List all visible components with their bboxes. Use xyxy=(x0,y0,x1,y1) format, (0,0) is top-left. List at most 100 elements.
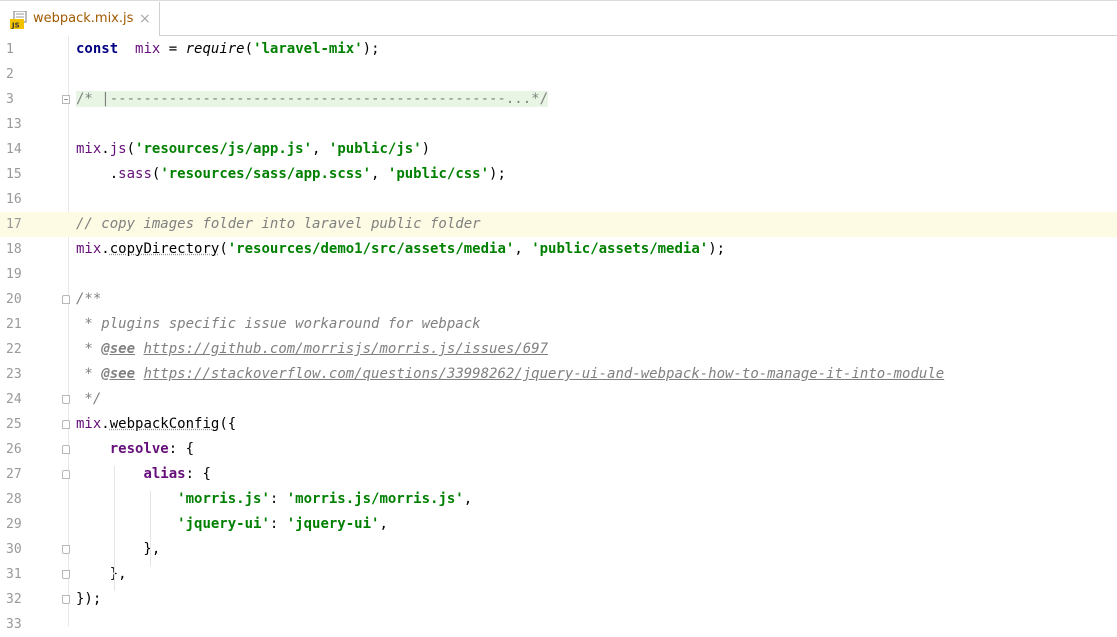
code-text: }, xyxy=(76,541,160,558)
code-line-32[interactable]: 32}); xyxy=(0,587,1117,612)
line-number: 26 xyxy=(6,442,22,457)
code-token: : { xyxy=(168,441,195,457)
code-text: mix.copyDirectory('resources/demo1/src/a… xyxy=(76,241,725,258)
editor-tab-bar: JS webpack.mix.js × xyxy=(0,0,1117,36)
code-line-17[interactable]: 17 // copy images folder into laravel pub… xyxy=(0,212,1117,237)
indent-guide xyxy=(150,491,151,566)
tab-close-icon[interactable]: × xyxy=(139,10,151,28)
code-token: @see xyxy=(101,341,136,357)
code-token: ); xyxy=(362,41,380,57)
code-token: const xyxy=(76,41,119,57)
code-token: . xyxy=(76,166,119,182)
code-token: // copy images folder into laravel publi… xyxy=(76,216,481,232)
fold-toggle-icon[interactable] xyxy=(62,445,70,454)
code-text: 'morris.js': 'morris.js/morris.js', xyxy=(76,491,472,508)
code-line-15[interactable]: 15 .sass('resources/sass/app.scss', 'pub… xyxy=(0,162,1117,187)
fold-toggle-icon[interactable] xyxy=(62,595,70,604)
indent-guide xyxy=(114,466,115,591)
line-number: 21 xyxy=(6,317,22,332)
code-token: , xyxy=(463,491,473,507)
code-token: */ xyxy=(76,391,102,407)
line-number: 29 xyxy=(6,517,22,532)
line-number: 15 xyxy=(6,167,22,182)
code-text: resolve: { xyxy=(76,441,194,458)
code-text: }, xyxy=(76,566,127,583)
code-token: }, xyxy=(76,541,161,557)
code-token: = xyxy=(160,41,186,57)
code-line-24[interactable]: 24 */ xyxy=(0,387,1117,412)
code-token: ({ xyxy=(219,416,237,432)
code-token: , xyxy=(312,141,329,157)
fold-toggle-icon[interactable] xyxy=(62,395,70,404)
code-line-21[interactable]: 21 * plugins specific issue workaround f… xyxy=(0,312,1117,337)
code-token: ); xyxy=(489,166,506,182)
fold-toggle-icon[interactable] xyxy=(62,570,70,579)
code-line-25[interactable]: 25 mix.webpackConfig({ xyxy=(0,412,1117,437)
line-number: 32 xyxy=(6,592,22,607)
svg-text:JS: JS xyxy=(11,22,20,30)
fold-toggle-icon[interactable] xyxy=(62,420,70,429)
code-text: .sass('resources/sass/app.scss', 'public… xyxy=(76,166,506,183)
js-file-icon: JS xyxy=(10,11,27,29)
code-line-28[interactable]: 28 'morris.js': 'morris.js/morris.js', xyxy=(0,487,1117,512)
code-line-16[interactable]: 16 xyxy=(0,187,1117,212)
tab-title: webpack.mix.js xyxy=(33,11,134,26)
tab-webpack-mix-js[interactable]: JS webpack.mix.js × xyxy=(0,2,160,36)
fold-toggle-icon[interactable] xyxy=(62,295,70,304)
code-line-3[interactable]: 3 /* |-----------------------------------… xyxy=(0,87,1117,112)
code-token: 'resources/sass/app.scss' xyxy=(160,166,372,182)
code-token: , xyxy=(514,241,532,257)
code-line-2[interactable]: 2 xyxy=(0,62,1117,87)
code-token[interactable]: https://stackoverflow.com/questions/3399… xyxy=(143,366,944,382)
line-number: 16 xyxy=(6,192,22,207)
fold-toggle-icon[interactable] xyxy=(62,95,70,104)
code-line-29[interactable]: 29 'jquery-ui': 'jquery-ui', xyxy=(0,512,1117,537)
code-line-31[interactable]: 31 }, xyxy=(0,562,1117,587)
code-line-13[interactable]: 13 xyxy=(0,112,1117,137)
code-editor[interactable]: 1 const mix = require('laravel-mix'); 2 3/*… xyxy=(0,36,1117,632)
code-token: mix xyxy=(135,41,161,57)
code-token: * xyxy=(76,341,102,357)
code-line-19[interactable]: 19 xyxy=(0,262,1117,287)
code-text: * plugins specific issue workaround for … xyxy=(76,316,480,333)
code-token: 'jquery-ui' xyxy=(286,516,380,532)
line-number: 2 xyxy=(6,67,14,82)
code-token: * xyxy=(76,366,102,382)
code-line-23[interactable]: 23 * @see https://stackoverflow.com/ques… xyxy=(0,362,1117,387)
code-token: ) xyxy=(421,141,431,157)
code-token: }, xyxy=(76,566,127,582)
line-number: 19 xyxy=(6,267,22,282)
code-token: 'laravel-mix' xyxy=(253,41,363,57)
fold-toggle-icon[interactable] xyxy=(62,470,70,479)
code-line-20[interactable]: 20 /** xyxy=(0,287,1117,312)
code-line-27[interactable]: 27 alias: { xyxy=(0,462,1117,487)
code-token: mix xyxy=(76,141,102,157)
code-token: : { xyxy=(185,466,211,482)
code-token: . xyxy=(101,416,110,432)
code-line-33[interactable]: 33 xyxy=(0,612,1117,637)
code-token: mix xyxy=(76,241,102,257)
code-token: /* |------------------------------------… xyxy=(76,91,549,107)
line-number: 22 xyxy=(6,342,22,357)
code-line-26[interactable]: 26 resolve: { xyxy=(0,437,1117,462)
fold-toggle-icon[interactable] xyxy=(62,545,70,554)
code-line-30[interactable]: 30 }, xyxy=(0,537,1117,562)
line-number: 33 xyxy=(6,617,22,632)
code-token: , xyxy=(371,166,388,182)
code-line-22[interactable]: 22 * @see https://github.com/morrisjs/mo… xyxy=(0,337,1117,362)
code-text: const mix = require('laravel-mix'); xyxy=(76,41,380,58)
code-text: alias: { xyxy=(76,466,211,483)
code-token: }); xyxy=(76,591,102,607)
code-token: . xyxy=(101,141,110,157)
code-token: . xyxy=(101,241,110,257)
code-token: : xyxy=(269,516,287,532)
line-number: 20 xyxy=(6,292,22,307)
code-text: /* |------------------------------------… xyxy=(76,91,549,108)
line-number: 27 xyxy=(6,467,22,482)
code-text: 'jquery-ui': 'jquery-ui', xyxy=(76,516,388,533)
code-line-1[interactable]: 1 const mix = require('laravel-mix'); xyxy=(0,37,1117,62)
code-line-14[interactable]: 14 mix.js('resources/js/app.js', 'public/… xyxy=(0,137,1117,162)
code-line-18[interactable]: 18 mix.copyDirectory('resources/demo1/src… xyxy=(0,237,1117,262)
code-token[interactable]: https://github.com/morrisjs/morris.js/is… xyxy=(143,341,548,357)
